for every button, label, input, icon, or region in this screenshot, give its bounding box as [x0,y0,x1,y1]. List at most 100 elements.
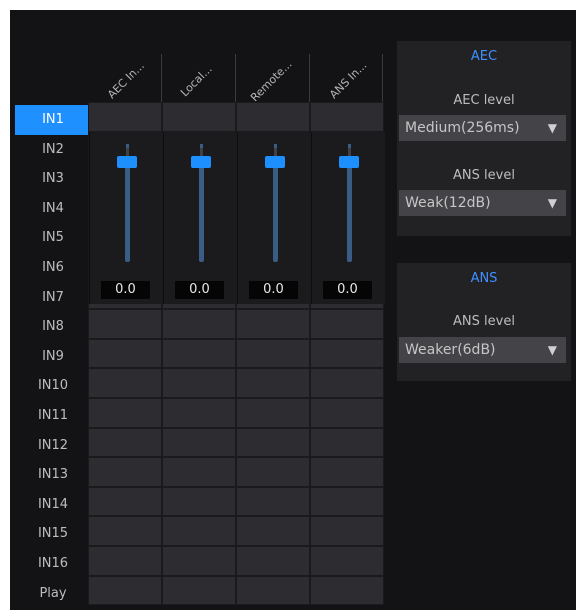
row-label-in10[interactable]: IN10 [15,371,91,401]
grid-cell[interactable] [162,309,236,339]
grid-cell[interactable] [162,575,236,606]
grid-cell[interactable] [310,427,384,458]
fader-strip-ans-in: 0.0 [311,132,384,304]
fader-thumb[interactable] [339,155,359,168]
grid-cell[interactable] [162,368,236,398]
ans-level-value: Weak(12dB) [405,195,491,211]
grid-cell[interactable] [88,368,162,398]
dropdown-arrow-icon: ▼ [547,121,557,135]
aec-level-dropdown[interactable]: Medium(256ms) ▼ [399,115,566,141]
grid-cell[interactable] [236,368,310,398]
grid-cell[interactable] [88,102,162,132]
row-label-in7[interactable]: IN7 [15,283,91,313]
grid-cell[interactable] [310,338,384,369]
fader-fill [273,161,278,262]
grid-cell[interactable] [236,338,310,369]
grid-cell[interactable] [236,486,310,517]
grid-cell[interactable] [88,309,162,339]
fader-thumb[interactable] [191,155,211,168]
grid-cell[interactable] [310,457,384,487]
ans-panel: ANS ANS level Weaker(6dB) ▼ [397,263,571,381]
dropdown-arrow-icon: ▼ [547,343,557,357]
grid-cell[interactable] [236,309,310,339]
row-label-in11[interactable]: IN11 [15,401,91,431]
grid-cell[interactable] [88,575,162,606]
grid-cell[interactable] [236,457,310,487]
fader-value[interactable]: 0.0 [323,281,372,299]
grid-cell[interactable] [310,516,384,546]
grid-cell[interactable] [162,457,236,487]
grid-cell[interactable] [88,427,162,458]
row-label-in3[interactable]: IN3 [15,164,91,194]
grid-cell[interactable] [310,102,384,132]
grid-cell[interactable] [310,575,384,606]
grid-cell[interactable] [236,516,310,546]
row-label-in2[interactable]: IN2 [15,135,91,165]
ans-level-dropdown[interactable]: Weaker(6dB) ▼ [399,337,566,363]
fader-tick [274,144,277,148]
row-label-in15[interactable]: IN15 [15,519,91,549]
input-row-list: IN1 IN2 IN3 IN4 IN5 IN6 IN7 IN8 IN9 IN10… [15,105,91,608]
grid-cell[interactable] [236,398,310,428]
row-label-in1[interactable]: IN1 [15,105,91,135]
fader-fill [125,161,130,262]
row-label-in5[interactable]: IN5 [15,223,91,253]
ans-panel-title: ANS [470,271,498,286]
grid-cell[interactable] [162,102,236,132]
row-label-in13[interactable]: IN13 [15,460,91,490]
fader-thumb[interactable] [117,155,137,168]
row-label-in12[interactable]: IN12 [15,431,91,461]
grid-cell[interactable] [310,368,384,398]
column-header-local: Local... [178,62,215,100]
aec-level-label: AEC level [453,93,515,108]
fader-tick [126,144,129,148]
row-label-in14[interactable]: IN14 [15,490,91,520]
grid-cell[interactable] [162,546,236,576]
grid-cell[interactable] [310,486,384,517]
fader-fill [347,161,352,262]
fader-thumb[interactable] [265,155,285,168]
grid-cell[interactable] [88,546,162,576]
row-label-play[interactable]: Play [15,579,91,609]
fader-fill [199,161,204,262]
ans-level-label: ANS level [453,168,515,183]
grid-cell[interactable] [236,427,310,458]
fader-value[interactable]: 0.0 [101,281,150,299]
row-label-in4[interactable]: IN4 [15,194,91,224]
fader-strip-local: 0.0 [163,132,236,304]
grid-cell[interactable] [88,457,162,487]
grid-cell[interactable] [88,516,162,546]
row-label-in9[interactable]: IN9 [15,342,91,372]
grid-cell[interactable] [162,486,236,517]
ans-level-label: ANS level [453,314,515,329]
grid-cell[interactable] [310,398,384,428]
grid-cell[interactable] [310,309,384,339]
aec-panel-title: AEC [470,49,498,64]
grid-cell[interactable] [162,516,236,546]
grid-cell[interactable] [88,338,162,369]
column-header-aec-in: AEC In... [105,59,147,102]
row-label-in16[interactable]: IN16 [15,549,91,579]
fader-value[interactable]: 0.0 [249,281,298,299]
grid-cell[interactable] [310,546,384,576]
row-label-in6[interactable]: IN6 [15,253,91,283]
column-header-ans-in: ANS In... [327,58,370,102]
grid-cell[interactable] [236,546,310,576]
grid-cell[interactable] [162,398,236,428]
grid-cell[interactable] [162,427,236,458]
column-header-remote: Remote... [248,57,295,105]
aec-panel: AEC AEC level Medium(256ms) ▼ ANS level … [397,41,571,236]
grid-cell[interactable] [88,398,162,428]
ans-level-value: Weaker(6dB) [405,342,496,358]
grid-cell[interactable] [236,102,310,132]
ans-level-dropdown[interactable]: Weak(12dB) ▼ [399,190,566,216]
row-label-in8[interactable]: IN8 [15,312,91,342]
grid-cell[interactable] [88,486,162,517]
echo-cancel-window: AEC In... Local... Remote... ANS In... I… [10,10,576,610]
fader-strip-remote: 0.0 [237,132,310,304]
grid-cell[interactable] [236,575,310,606]
fader-tick [348,144,351,148]
fader-value[interactable]: 0.0 [175,281,224,299]
grid-cell[interactable] [162,338,236,369]
fader-tick [200,144,203,148]
